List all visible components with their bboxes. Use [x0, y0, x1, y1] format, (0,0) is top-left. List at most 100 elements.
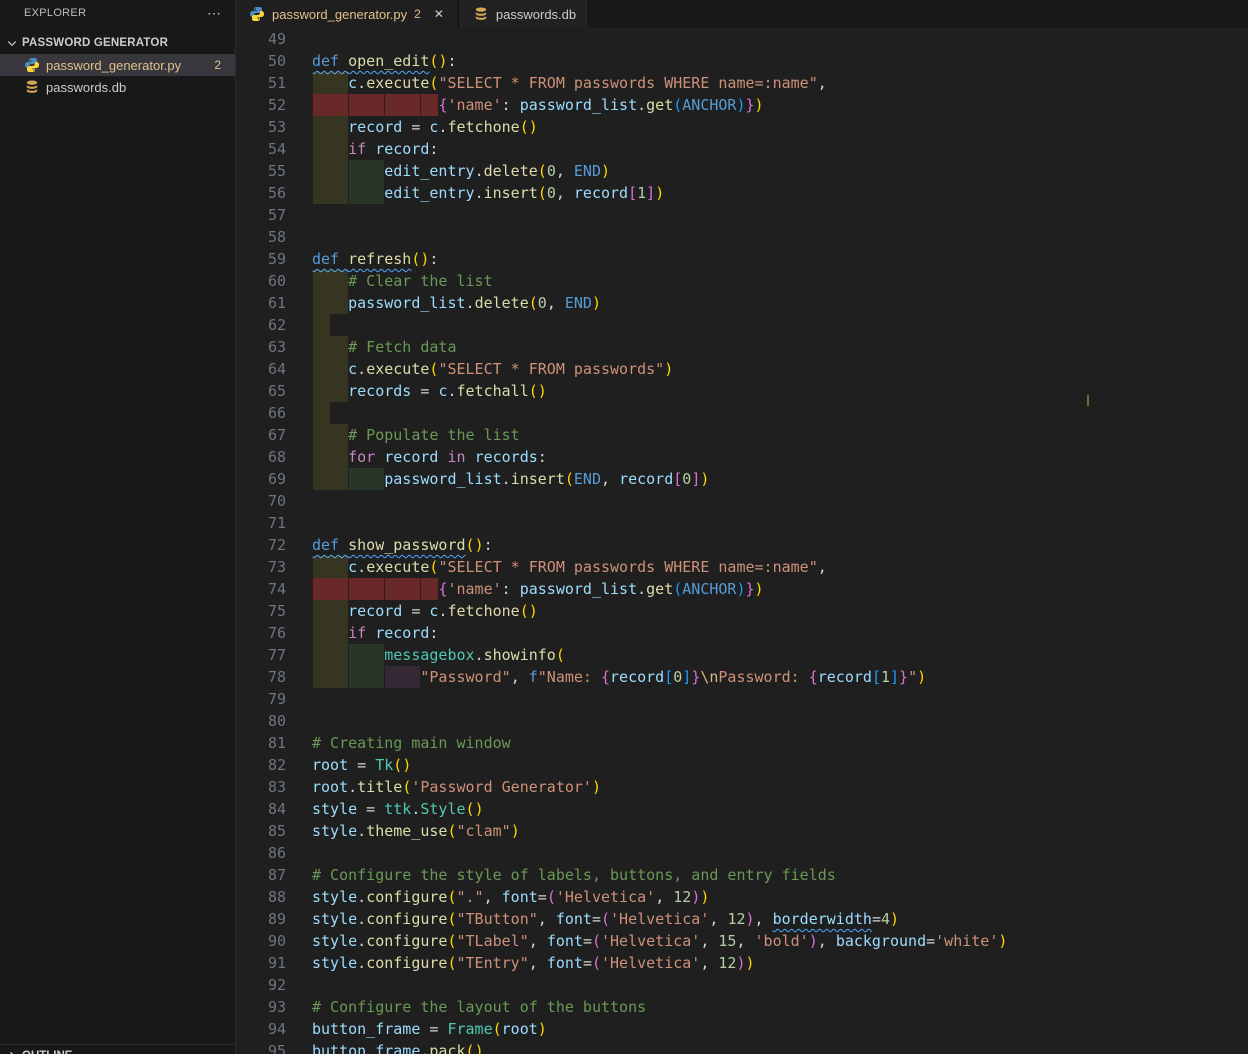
code-line[interactable]: 71 [237, 512, 1248, 534]
code-line[interactable]: 65 records = c.fetchall() [237, 380, 1248, 402]
code-line[interactable]: 76 if record: [237, 622, 1248, 644]
code-line[interactable]: 72 def show_password(): [237, 534, 1248, 556]
code-line[interactable]: 59 def refresh(): [237, 248, 1248, 270]
code-line[interactable]: 66 [237, 402, 1248, 424]
code-line[interactable]: 53 record = c.fetchone() [237, 116, 1248, 138]
code-line[interactable]: 68 for record in records: [237, 446, 1248, 468]
code-line[interactable]: 86 [237, 842, 1248, 864]
file-row-passwords-db[interactable]: passwords.db [0, 76, 235, 98]
more-actions-icon[interactable]: ⋯ [203, 5, 225, 22]
line-number: 70 [267, 492, 286, 510]
code-token: messagebox [384, 646, 475, 664]
code-line[interactable]: 95 button_frame.pack() [237, 1040, 1248, 1054]
code-line[interactable]: 62 [237, 314, 1248, 336]
indent-highlight [312, 556, 349, 578]
code-token: ( [447, 822, 457, 840]
code-line[interactable]: 61 password_list.delete(0, END) [237, 292, 1248, 314]
code-token: background [835, 932, 927, 950]
line-number: 90 [267, 932, 286, 950]
code-editor[interactable]: 49 50 def open_edit(): 51 c.execute("SELECT… [237, 28, 1248, 1054]
code-token: # Clear the list [348, 272, 493, 290]
code-line[interactable]: 73 c.execute("SELECT * FROM passwords WH… [237, 556, 1248, 578]
code-text: {'name': password_list.get(ANCHOR)}) [312, 94, 764, 116]
line-number: 66 [267, 404, 286, 422]
code-line[interactable]: 56 edit_entry.insert(0, record[1]) [237, 182, 1248, 204]
code-line[interactable]: 78 "Password", f"Name: {record[0]}\nPass… [237, 666, 1248, 688]
close-icon[interactable]: ✕ [431, 6, 447, 22]
code-line[interactable]: 63 # Fetch data [237, 336, 1248, 358]
tab-password-generator[interactable]: password_generator.py 2 ✕ [237, 0, 457, 28]
indent-highlight [312, 270, 349, 292]
code-text: messagebox.showinfo( [312, 644, 565, 666]
code-line[interactable]: 92 [237, 974, 1248, 996]
code-token: record [348, 602, 403, 620]
code-token: . [474, 184, 484, 202]
code-token: ( [447, 932, 457, 950]
code-text: button_frame = Frame(root) [312, 1018, 547, 1040]
code-text: if record: [312, 138, 438, 160]
code-line[interactable]: 89 style.configure("TButton", font=('Helv… [237, 908, 1248, 930]
code-token: ) [474, 1042, 484, 1054]
code-text: def show_password(): [312, 534, 493, 556]
code-token: open_edit [348, 52, 430, 70]
code-token: ( [537, 162, 547, 180]
code-token: { [601, 668, 611, 686]
outline-section-header[interactable]: OUTLINE [0, 1044, 236, 1054]
code-line[interactable]: 83 root.title('Password Generator') [237, 776, 1248, 798]
code-line[interactable]: 51 c.execute("SELECT * FROM passwords WH… [237, 72, 1248, 94]
code-line[interactable]: 49 [237, 28, 1248, 50]
line-number: 87 [267, 866, 286, 884]
code-line[interactable]: 87 # Configure the style of labels, butto… [237, 864, 1248, 886]
outline-label: OUTLINE [22, 1050, 72, 1054]
code-line[interactable]: 60 # Clear the list [237, 270, 1248, 292]
code-token: = [348, 756, 376, 774]
line-number: 58 [267, 228, 286, 246]
code-line[interactable]: 57 [237, 204, 1248, 226]
code-token: ) [808, 932, 818, 950]
folder-section-header[interactable]: PASSWORD GENERATOR [0, 32, 235, 54]
code-token: "TEntry" [456, 954, 529, 972]
indent-highlight [312, 138, 349, 160]
code-line[interactable]: 90 style.configure("TLabel", font=('Helve… [237, 930, 1248, 952]
line-number: 54 [267, 140, 286, 158]
code-line[interactable]: 58 [237, 226, 1248, 248]
line-number: 88 [267, 888, 286, 906]
tab-passwords-db[interactable]: passwords.db [459, 0, 588, 28]
code-line[interactable]: 81 # Creating main window [237, 732, 1248, 754]
code-line[interactable]: 69 password_list.insert(END, record[0]) [237, 468, 1248, 490]
code-line[interactable]: 50 def open_edit(): [237, 50, 1248, 72]
code-line[interactable]: 67 # Populate the list [237, 424, 1248, 446]
line-number: 84 [267, 800, 286, 818]
code-line[interactable]: 77 messagebox.showinfo( [237, 644, 1248, 666]
code-token: ( [591, 954, 601, 972]
code-line[interactable]: 54 if record: [237, 138, 1248, 160]
code-text: "Password", f"Name: {record[0]}\nPasswor… [312, 666, 926, 688]
code-token: = [420, 1020, 448, 1038]
code-token: } [745, 580, 755, 598]
code-text: {'name': password_list.get(ANCHOR)}) [312, 578, 764, 600]
code-line[interactable]: 55 edit_entry.delete(0, END) [237, 160, 1248, 182]
code-token: ) [537, 382, 547, 400]
code-line[interactable]: 93 # Configure the layout of the buttons [237, 996, 1248, 1018]
line-number: 55 [267, 162, 286, 180]
code-text: password_list.delete(0, END) [312, 292, 601, 314]
chevron-down-icon [4, 35, 20, 51]
code-line[interactable]: 82 root = Tk() [237, 754, 1248, 776]
code-line[interactable]: 70 [237, 490, 1248, 512]
code-line[interactable]: 52 {'name': password_list.get(ANCHOR)}) [237, 94, 1248, 116]
code-line[interactable]: 85 style.theme_use("clam") [237, 820, 1248, 842]
code-line[interactable]: 80 [237, 710, 1248, 732]
code-line[interactable]: 84 style = ttk.Style() [237, 798, 1248, 820]
code-line[interactable]: 64 c.execute("SELECT * FROM passwords") [237, 358, 1248, 380]
code-line[interactable]: 75 record = c.fetchone() [237, 600, 1248, 622]
line-number: 50 [267, 52, 286, 70]
code-token: 15 [718, 932, 737, 950]
code-token: ) [700, 888, 710, 906]
code-line[interactable]: 94 button_frame = Frame(root) [237, 1018, 1248, 1040]
code-token: 'name' [447, 580, 502, 598]
code-line[interactable]: 79 [237, 688, 1248, 710]
code-line[interactable]: 88 style.configure(".", font=('Helvetica'… [237, 886, 1248, 908]
file-row-password-generator[interactable]: password_generator.py 2 [0, 54, 235, 76]
code-line[interactable]: 74 {'name': password_list.get(ANCHOR)}) [237, 578, 1248, 600]
code-line[interactable]: 91 style.configure("TEntry", font=('Helve… [237, 952, 1248, 974]
